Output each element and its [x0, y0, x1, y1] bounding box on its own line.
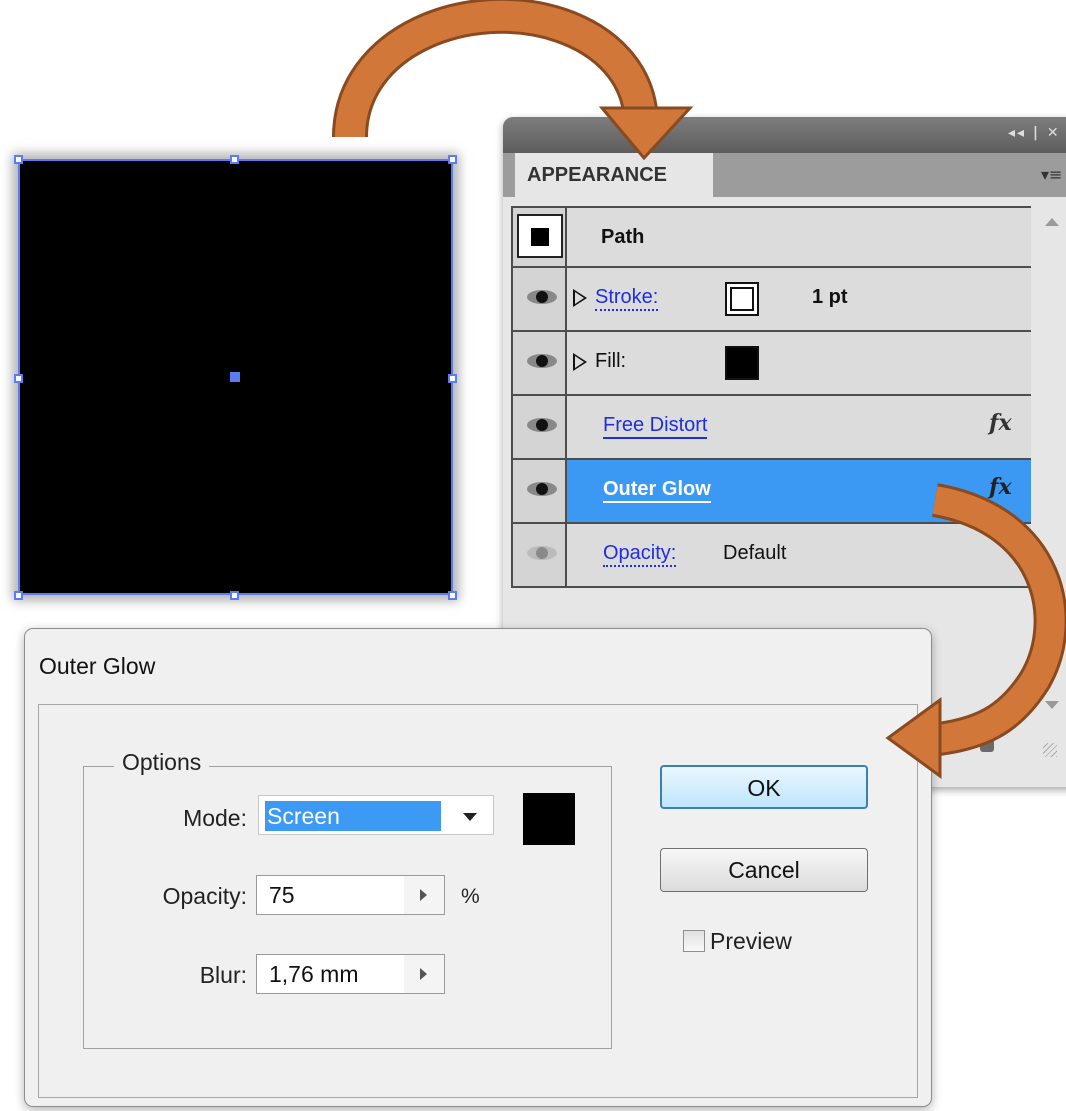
- arrow-to-appearance-panel: [332, 0, 694, 161]
- annotation-arrows: [332, 0, 1066, 779]
- arrow-to-outer-glow-dialog: [885, 483, 1066, 779]
